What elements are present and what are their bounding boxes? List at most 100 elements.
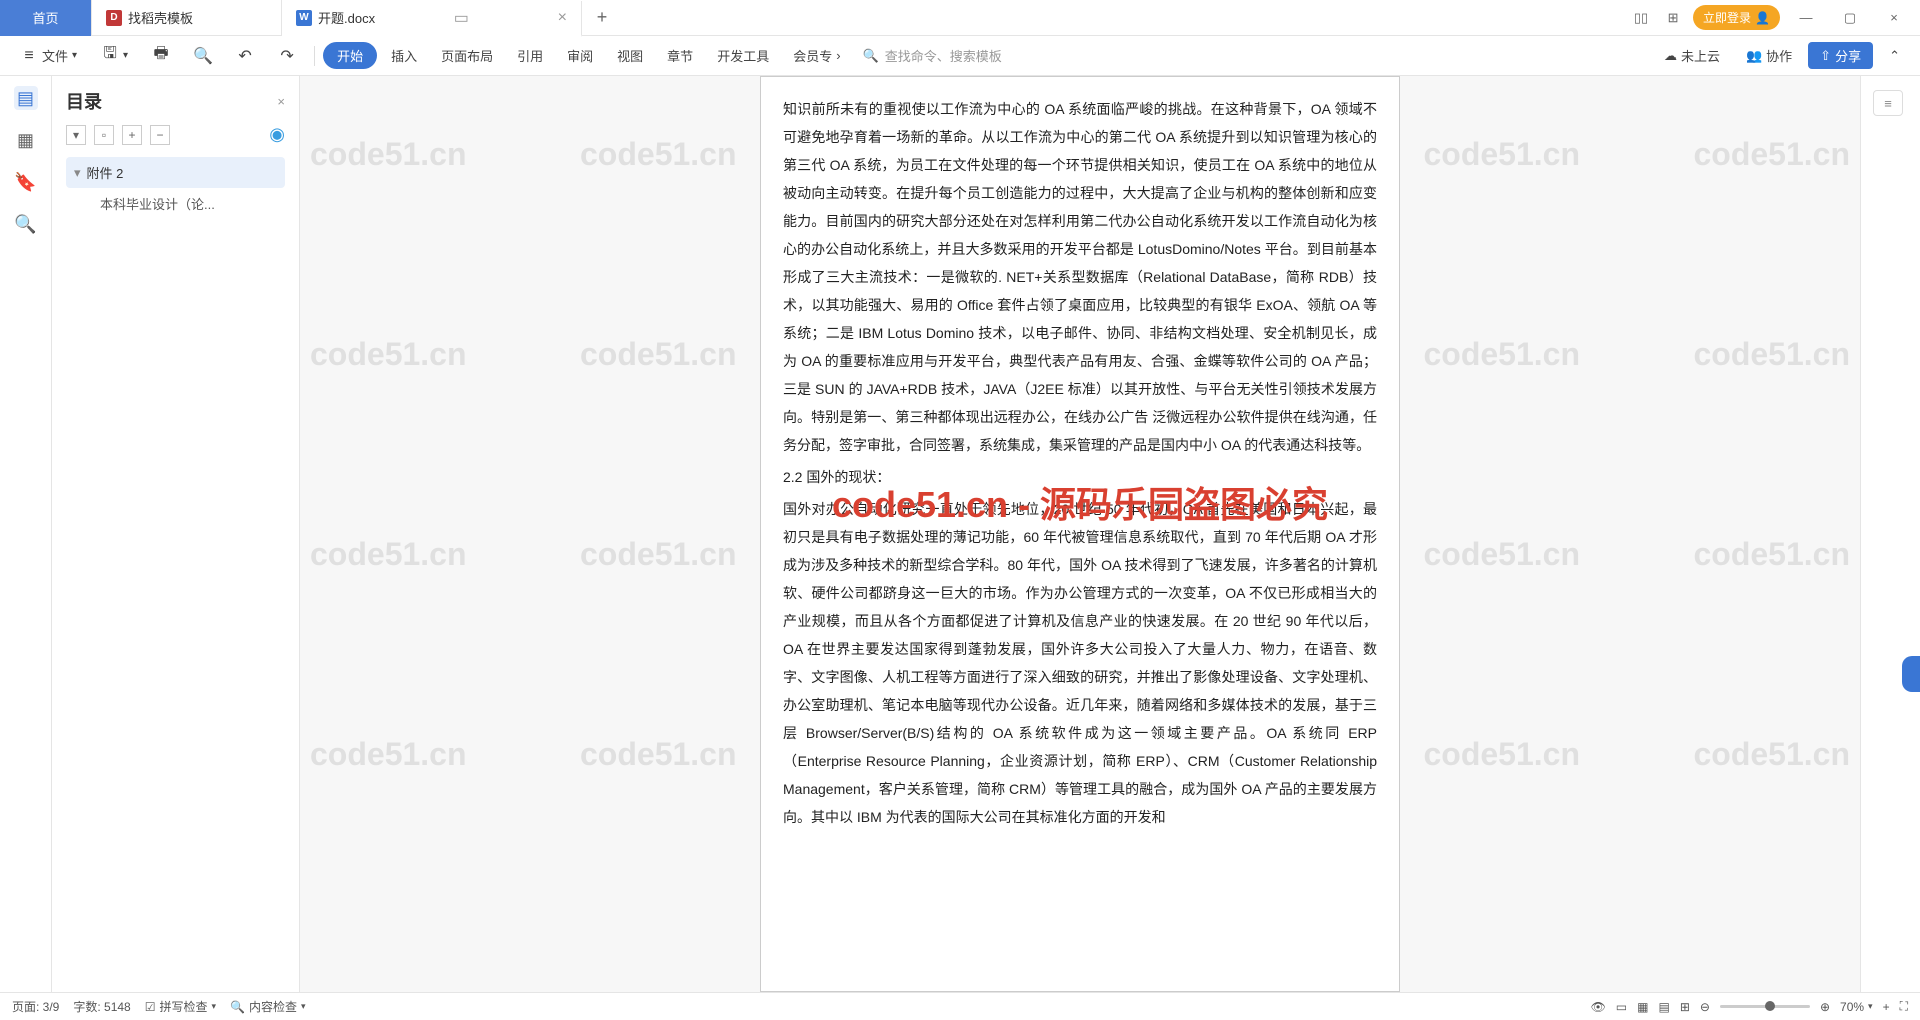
print-button[interactable]: 🖶 xyxy=(142,41,180,71)
side-tab[interactable] xyxy=(1902,656,1920,692)
main: ▤ ▦ 🔖 🔍 目录 × ▾ ▫ + − ◉ ▾ 附件 2 本科毕业设计（论..… xyxy=(0,76,1920,992)
view-mode-4[interactable]: ▤ xyxy=(1658,1000,1669,1014)
remove-button[interactable]: − xyxy=(150,125,170,145)
word-count[interactable]: 字数: 5148 xyxy=(73,998,130,1015)
panel-toggle[interactable]: ≡ xyxy=(1873,90,1903,116)
tab-chapter[interactable]: 章节 xyxy=(657,40,703,71)
login-button[interactable]: 立即登录 👤 xyxy=(1693,5,1780,30)
watermark: code51.cn xyxy=(580,136,737,173)
chevron-down-icon: ▾ xyxy=(74,165,81,181)
watermark: code51.cn xyxy=(310,136,467,173)
watermark: code51.cn xyxy=(310,536,467,573)
titlebar-right: ▯▯ ⊞ 立即登录 👤 — ▢ × xyxy=(1629,4,1920,32)
zoom-out[interactable]: ⊖ xyxy=(1700,1000,1710,1014)
new-button[interactable]: 🖫▾ xyxy=(91,41,138,71)
spellcheck-button[interactable]: ☑拼写检查▾ xyxy=(145,998,216,1015)
print-icon: 🖶 xyxy=(152,47,170,65)
tab-document[interactable]: W 开题.docx ▭ × xyxy=(282,1,582,37)
watermark: code51.cn xyxy=(310,336,467,373)
right-panel: ≡ xyxy=(1860,76,1920,992)
close-button[interactable]: × xyxy=(1876,4,1912,32)
titlebar: 首页 D 找稻壳模板 W 开题.docx ▭ × + ▯▯ ⊞ 立即登录 👤 —… xyxy=(0,0,1920,36)
redo-button[interactable]: ↷ xyxy=(268,41,306,71)
outline-item-1[interactable]: ▾ 附件 2 xyxy=(66,157,285,188)
outline-item-label: 附件 2 xyxy=(87,163,124,182)
preview-button[interactable]: 🔍 xyxy=(184,41,222,71)
ribbon-search[interactable]: 🔍查找命令、搜索模板 xyxy=(863,46,1002,65)
zoom-level[interactable]: 70%▾ xyxy=(1840,1000,1873,1014)
watermark: code51.cn xyxy=(1693,536,1850,573)
share-button[interactable]: ⇧分享 xyxy=(1808,42,1873,69)
watermark: code51.cn xyxy=(310,736,467,773)
tab-devtools[interactable]: 开发工具 xyxy=(707,40,779,71)
tab-start[interactable]: 开始 xyxy=(323,42,377,69)
document-page: 知识前所未有的重视使以工作流为中心的 OA 系统面临严峻的挑战。在这种背景下，O… xyxy=(760,76,1400,992)
divider xyxy=(314,46,315,66)
watermark: code51.cn xyxy=(1423,136,1580,173)
watermark: code51.cn xyxy=(580,336,737,373)
outline-close-icon[interactable]: × xyxy=(277,94,285,109)
bookmark-icon[interactable]: 🔖 xyxy=(14,170,38,194)
tab-document-label: 开题.docx xyxy=(318,8,375,27)
outline-panel: 目录 × ▾ ▫ + − ◉ ▾ 附件 2 本科毕业设计（论... xyxy=(52,76,300,992)
zoom-slider[interactable] xyxy=(1720,1005,1810,1008)
login-label: 立即登录 xyxy=(1703,9,1751,26)
zoom-in[interactable]: ⊕ xyxy=(1820,1000,1830,1014)
cloud-status[interactable]: ☁未上云 xyxy=(1654,40,1730,71)
menu-button[interactable]: ≡文件▾ xyxy=(10,40,87,71)
tab-template[interactable]: D 找稻壳模板 xyxy=(92,0,282,36)
tab-home[interactable]: 首页 xyxy=(0,0,92,36)
search-icon: 🔍 xyxy=(230,1000,245,1014)
fit-button[interactable]: + xyxy=(1883,1000,1890,1014)
tab-pagelayout[interactable]: 页面布局 xyxy=(431,40,503,71)
watermark: code51.cn xyxy=(1423,536,1580,573)
sync-icon[interactable]: ◉ xyxy=(269,124,285,145)
undo-button[interactable]: ↶ xyxy=(226,41,264,71)
collapse-all-button[interactable]: ▾ xyxy=(66,125,86,145)
zoom-thumb[interactable] xyxy=(1765,1001,1775,1011)
thumbnail-icon[interactable]: ▦ xyxy=(14,128,38,152)
tab-member[interactable]: 会员专› xyxy=(783,40,850,71)
tab-template-label: 找稻壳模板 xyxy=(128,8,193,27)
check-icon: ☑ xyxy=(145,1000,156,1014)
maximize-button[interactable]: ▢ xyxy=(1832,4,1868,32)
template-icon: D xyxy=(106,10,122,26)
view-mode-1[interactable]: 👁 xyxy=(1591,1000,1606,1014)
expand-button[interactable]: ▫ xyxy=(94,125,114,145)
chevron-up-icon: ⌃ xyxy=(1889,48,1900,64)
view-mode-5[interactable]: ⊞ xyxy=(1680,1000,1690,1014)
outline-item-label: 本科毕业设计（论... xyxy=(100,194,215,213)
page-indicator[interactable]: 页面: 3/9 xyxy=(12,998,59,1015)
view-mode-2[interactable]: ▭ xyxy=(1616,1000,1627,1014)
layout-icon[interactable]: ▯▯ xyxy=(1629,6,1653,30)
tab-split-icon[interactable]: ▭ xyxy=(454,8,469,28)
watermark: code51.cn xyxy=(1693,736,1850,773)
preview-icon: 🔍 xyxy=(194,47,212,65)
fullscreen-button[interactable]: ⛶ xyxy=(1900,999,1908,1014)
watermark: code51.cn xyxy=(1693,136,1850,173)
share-icon: ⇧ xyxy=(1820,48,1831,64)
view-mode-3[interactable]: ▦ xyxy=(1637,1000,1648,1014)
close-icon[interactable]: × xyxy=(558,9,567,27)
tab-review[interactable]: 审阅 xyxy=(557,40,603,71)
collab-button[interactable]: 👥协作 xyxy=(1736,40,1802,71)
word-icon: W xyxy=(296,10,312,26)
chevron-right-icon: › xyxy=(836,48,840,63)
outline-icon[interactable]: ▤ xyxy=(14,86,38,110)
watermark: code51.cn xyxy=(580,736,737,773)
tab-add[interactable]: + xyxy=(582,7,622,28)
outline-item-2[interactable]: 本科毕业设计（论... xyxy=(66,188,285,219)
tab-view[interactable]: 视图 xyxy=(607,40,653,71)
tab-reference[interactable]: 引用 xyxy=(507,40,553,71)
collab-icon: 👥 xyxy=(1746,48,1762,64)
tab-insert[interactable]: 插入 xyxy=(381,40,427,71)
apps-icon[interactable]: ⊞ xyxy=(1661,6,1685,30)
outline-header: 目录 × xyxy=(66,88,285,114)
search-panel-icon[interactable]: 🔍 xyxy=(14,212,38,236)
content-check-button[interactable]: 🔍内容检查▾ xyxy=(230,998,306,1015)
minimize-button[interactable]: — xyxy=(1788,4,1824,32)
add-button[interactable]: + xyxy=(122,125,142,145)
canvas[interactable]: code51.cn code51.cn code51.cn code51.cn … xyxy=(300,76,1860,992)
redo-icon: ↷ xyxy=(278,47,296,65)
more-button[interactable]: ⌃ xyxy=(1879,42,1910,70)
